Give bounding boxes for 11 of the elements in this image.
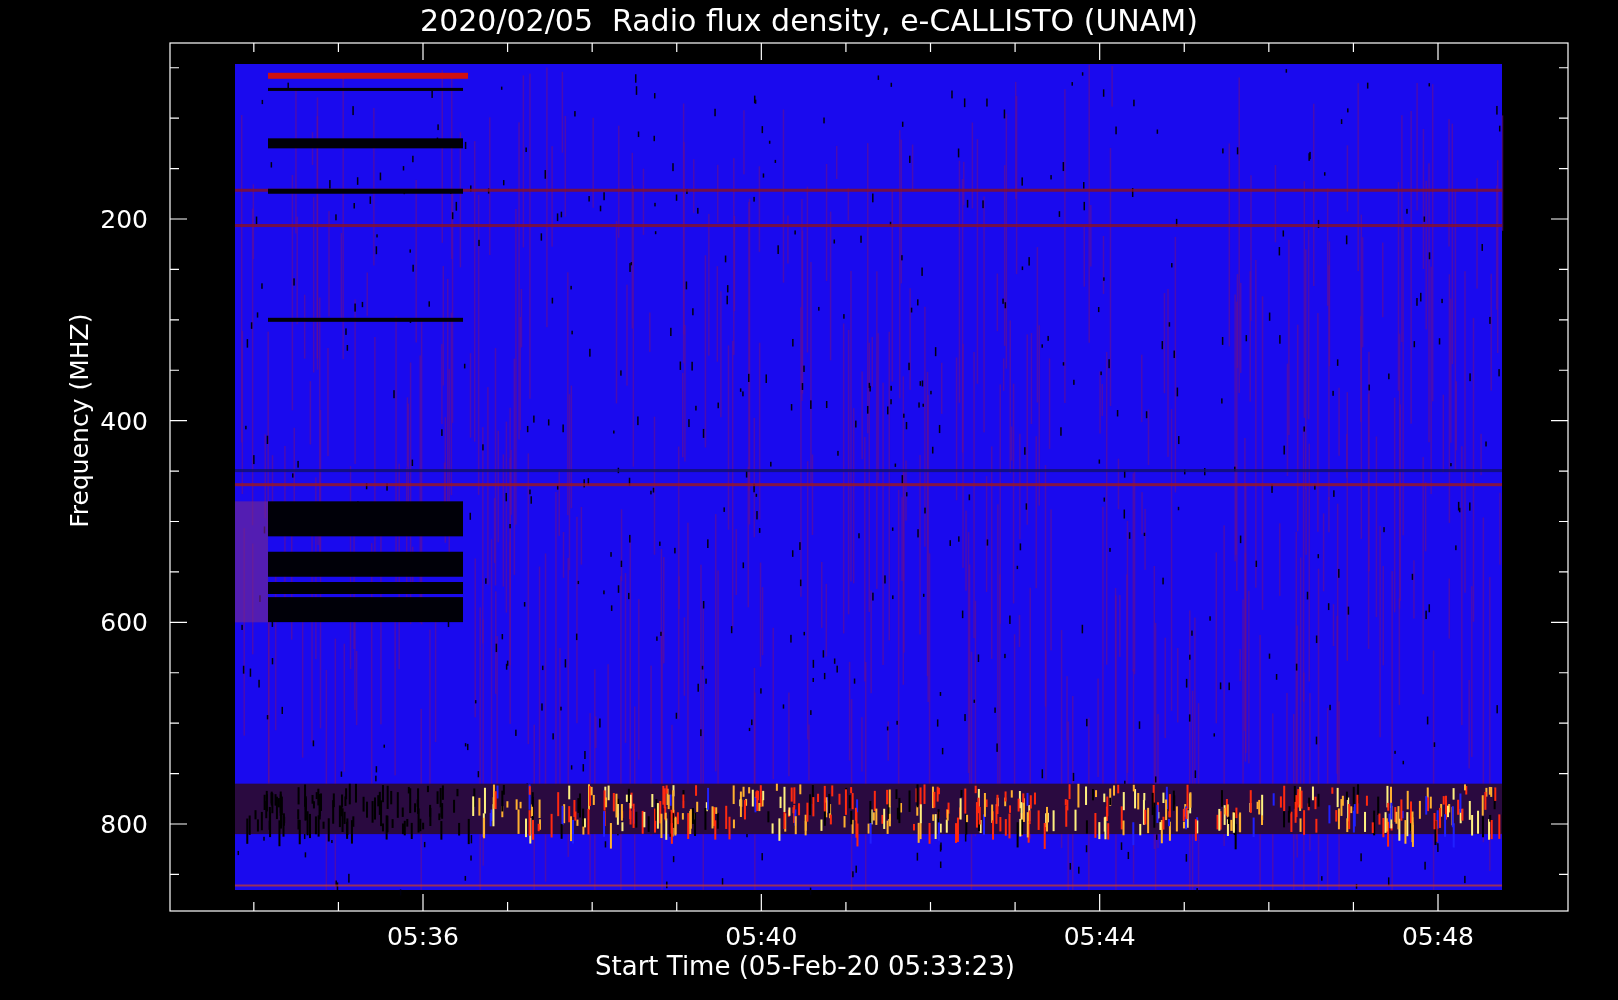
y-tick-label: 200 xyxy=(100,205,148,234)
x-tick-label: 05:36 xyxy=(387,922,459,951)
x-tick-label: 05:40 xyxy=(725,922,798,951)
x-axis-label: Start Time (05-Feb-20 05:33:23) xyxy=(595,951,1015,981)
x-tick-label: 05:48 xyxy=(1402,922,1474,951)
y-tick-label: 400 xyxy=(100,406,148,436)
chart-title: 2020/02/05 Radio flux density, e-CALLISTO (UNAM) xyxy=(420,3,1198,38)
y-tick-label: 800 xyxy=(100,810,148,839)
y-axis-label: Frequency (MHZ) xyxy=(65,313,94,528)
x-tick-label: 05:44 xyxy=(1063,922,1136,951)
y-tick-label: 600 xyxy=(100,608,148,638)
